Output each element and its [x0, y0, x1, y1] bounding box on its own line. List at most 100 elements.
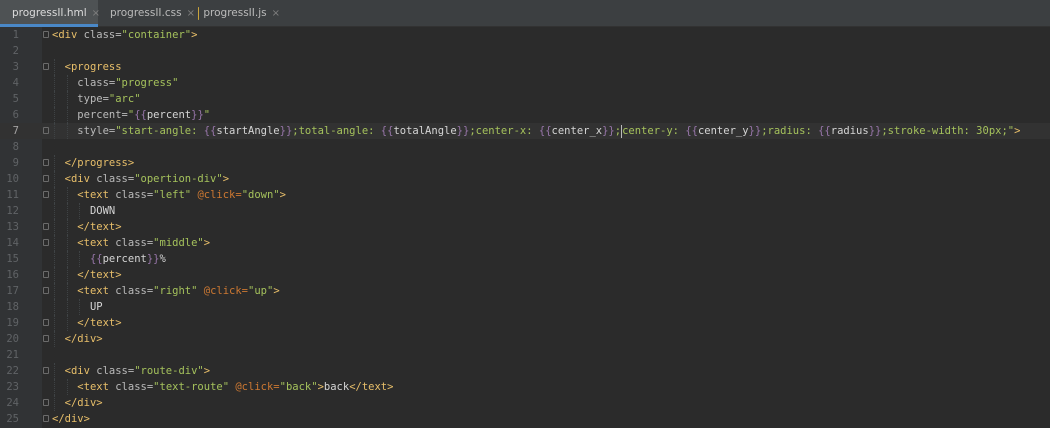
fold-marker-icon[interactable]	[43, 271, 49, 278]
code-line[interactable]: 10 <div class="opertion-div">	[0, 171, 1050, 187]
code-token: back	[323, 381, 350, 393]
code-token: }}	[146, 253, 160, 265]
code-line[interactable]: 20 </div>	[0, 331, 1050, 347]
fold-marker-icon[interactable]	[43, 223, 49, 230]
code-line[interactable]: 8	[0, 139, 1050, 155]
code-token: {{	[89, 253, 103, 265]
code-line[interactable]: 3 <progress	[0, 59, 1050, 75]
code-token: >	[203, 365, 211, 377]
code-line[interactable]: 15 {{percent}}%	[0, 251, 1050, 267]
code-token: "left"	[153, 189, 198, 201]
line-number: 10	[6, 173, 19, 185]
line-number: 9	[12, 157, 19, 169]
code-line[interactable]: 18 UP	[0, 299, 1050, 315]
code-text[interactable]: <text class="middle">	[52, 235, 210, 251]
code-line[interactable]: 16 </text>	[0, 267, 1050, 283]
close-icon[interactable]: ×	[272, 8, 280, 19]
line-number: 5	[12, 93, 19, 105]
code-text[interactable]: </progress>	[52, 155, 135, 171]
fold-marker-icon[interactable]	[43, 239, 49, 246]
code-line[interactable]: 6 percent="{{percent}}"	[0, 107, 1050, 123]
tab-progressii-css[interactable]: progressII.css ×	[98, 0, 195, 26]
code-line[interactable]: 23 <text class="text-route" @click="back…	[0, 379, 1050, 395]
code-token: <progress	[64, 61, 122, 73]
fold-marker-icon[interactable]	[43, 191, 49, 198]
fold-marker-icon[interactable]	[43, 159, 49, 166]
code-editor[interactable]: 1 <div class="container"> 2 3 <progress 4 cl…	[0, 27, 1050, 428]
code-text[interactable]: DOWN	[52, 203, 115, 219]
code-line[interactable]: 14 <text class="middle">	[0, 235, 1050, 251]
line-number: 3	[12, 61, 19, 73]
fold-marker-icon[interactable]	[43, 31, 49, 38]
code-line[interactable]: 1 <div class="container">	[0, 27, 1050, 43]
code-text[interactable]: <div class="route-div">	[52, 363, 210, 379]
code-text[interactable]: <text class="text-route" @click="back">b…	[52, 379, 393, 395]
code-token: "up"	[248, 285, 274, 297]
fold-marker-icon[interactable]	[43, 367, 49, 374]
code-line[interactable]: 2	[0, 43, 1050, 59]
fold-marker-icon[interactable]	[43, 287, 49, 294]
fold-marker-icon[interactable]	[43, 399, 49, 406]
code-text[interactable]: <div class="container">	[52, 27, 197, 43]
code-text[interactable]: </div>	[52, 331, 103, 347]
code-text[interactable]: type="arc"	[52, 91, 140, 107]
code-line[interactable]: 5 type="arc"	[0, 91, 1050, 107]
code-text[interactable]: <text class="right" @click="up">	[52, 283, 279, 299]
code-line[interactable]: 19 </text>	[0, 315, 1050, 331]
code-text[interactable]: <progress	[52, 59, 122, 75]
code-text[interactable]: </text>	[52, 267, 121, 283]
code-line[interactable]: 24 </div>	[0, 395, 1050, 411]
code-text[interactable]: percent="{{percent}}"	[52, 107, 210, 123]
code-line[interactable]: 21	[0, 347, 1050, 363]
fold-marker-icon[interactable]	[43, 63, 49, 70]
code-token: </div>	[52, 413, 90, 425]
code-token: DOWN	[89, 205, 116, 217]
code-text[interactable]: </text>	[52, 315, 121, 331]
tab-progressii-hml[interactable]: progressII.hml ×	[0, 0, 100, 27]
code-text[interactable]: </text>	[52, 219, 121, 235]
fold-marker-icon[interactable]	[43, 319, 49, 326]
code-token: <div	[64, 365, 97, 377]
code-token: {{	[134, 109, 147, 121]
code-line[interactable]: 13 </text>	[0, 219, 1050, 235]
tab-progressii-js[interactable]: progressII.js ×	[190, 0, 280, 26]
code-line[interactable]: 9 </progress>	[0, 155, 1050, 171]
code-token: class=	[96, 173, 135, 185]
code-line[interactable]: 4 class="progress"	[0, 75, 1050, 91]
code-line[interactable]: 12 DOWN	[0, 203, 1050, 219]
code-token: <text	[77, 237, 116, 249]
fold-marker-icon[interactable]	[43, 175, 49, 182]
line-number: 11	[6, 189, 19, 201]
code-token: ;radius:	[761, 125, 819, 137]
fold-marker-icon[interactable]	[43, 415, 49, 422]
code-text[interactable]: </div>	[52, 395, 103, 411]
code-token: "back"	[279, 381, 318, 393]
fold-marker-icon[interactable]	[43, 335, 49, 342]
code-line[interactable]: 17 <text class="right" @click="up">	[0, 283, 1050, 299]
code-text[interactable]: {{percent}}%	[52, 251, 166, 267]
code-line[interactable]: 25 </div>	[0, 411, 1050, 427]
code-token: center_x	[551, 125, 603, 137]
code-token: class=	[115, 381, 154, 393]
code-text[interactable]: style="start-angle: {{startAngle}};total…	[52, 123, 1020, 139]
code-token: {{	[380, 125, 394, 137]
code-token: class=	[115, 189, 154, 201]
code-text[interactable]: <text class="left" @click="down">	[52, 187, 286, 203]
code-token: {{	[538, 125, 552, 137]
fold-marker-icon[interactable]	[43, 127, 49, 134]
code-line[interactable]: 11 <text class="left" @click="down">	[0, 187, 1050, 203]
code-token: center-y:	[622, 125, 686, 137]
code-token: <text	[77, 189, 116, 201]
code-text[interactable]: </div>	[52, 411, 90, 427]
code-line[interactable]: 7 style="start-angle: {{startAngle}};tot…	[0, 123, 1050, 139]
code-token: class=	[77, 77, 116, 89]
code-line[interactable]: 22 <div class="route-div">	[0, 363, 1050, 379]
code-text[interactable]: UP	[52, 299, 103, 315]
code-text[interactable]: class="progress"	[52, 75, 178, 91]
code-text[interactable]: <div class="opertion-div">	[52, 171, 229, 187]
